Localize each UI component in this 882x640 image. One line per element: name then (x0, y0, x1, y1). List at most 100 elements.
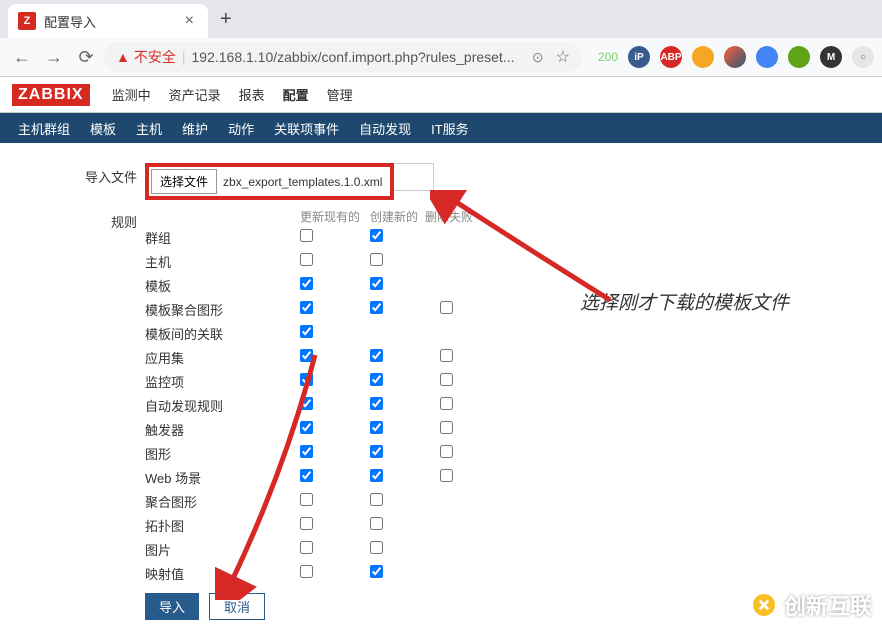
rule-name: 触发器 (145, 420, 300, 439)
sub-menu-item[interactable]: 自动发现 (349, 115, 421, 142)
ext-gradient-icon[interactable] (724, 46, 746, 68)
watermark: 创新互联 (750, 589, 872, 621)
sub-menu-item[interactable]: 主机群组 (8, 115, 80, 142)
rule-name: 模板聚合图形 (145, 300, 300, 319)
ext-green-icon[interactable] (788, 46, 810, 68)
rule-row: 应用集 (145, 345, 510, 369)
ext-blue-icon[interactable] (756, 46, 778, 68)
top-menu-item[interactable]: 报表 (231, 81, 273, 108)
rule-checkbox[interactable] (370, 277, 383, 290)
sub-menu-item[interactable]: IT服务 (421, 115, 479, 142)
zabbix-top-menu: 监测中资产记录报表配置管理 (104, 81, 361, 108)
rule-name: 模板间的关联 (145, 324, 300, 343)
rule-checkbox[interactable] (370, 517, 383, 530)
rule-checkbox[interactable] (440, 469, 453, 482)
top-menu-item[interactable]: 资产记录 (161, 81, 229, 108)
rule-checkbox[interactable] (370, 397, 383, 410)
rule-name: 主机 (145, 252, 300, 271)
import-file-label: 导入文件 (40, 163, 145, 186)
sub-menu-item[interactable]: 维护 (172, 115, 218, 142)
selected-file-name: zbx_export_templates.1.0.xml (217, 175, 388, 189)
close-icon[interactable]: × (181, 12, 198, 30)
rule-checkbox[interactable] (370, 445, 383, 458)
rule-name: Web 场景 (145, 468, 300, 487)
rule-checkbox[interactable] (300, 469, 313, 482)
rule-row: 模板 (145, 273, 510, 297)
zabbix-logo[interactable]: ZABBIX (12, 84, 90, 106)
url-text: 192.168.1.10/zabbix/conf.import.php?rule… (192, 49, 515, 65)
insecure-warning: ▲ 不安全 (116, 47, 176, 67)
rule-name: 拓扑图 (145, 516, 300, 535)
top-menu-item[interactable]: 管理 (319, 81, 361, 108)
back-button[interactable]: ← (8, 43, 36, 71)
new-tab-button[interactable]: + (208, 8, 244, 31)
rule-checkbox[interactable] (370, 229, 383, 242)
rule-checkbox[interactable] (300, 493, 313, 506)
rule-name: 模板 (145, 276, 300, 295)
rule-checkbox[interactable] (300, 301, 313, 314)
forward-button[interactable]: → (40, 43, 68, 71)
address-bar[interactable]: ▲ 不安全 | 192.168.1.10/zabbix/conf.import.… (104, 42, 582, 72)
rule-checkbox[interactable] (300, 253, 313, 266)
watermark-logo-icon (750, 591, 778, 619)
file-input-extra[interactable] (394, 163, 434, 191)
star-icon[interactable]: ☆ (556, 47, 570, 67)
rule-checkbox[interactable] (370, 541, 383, 554)
rules-label: 规则 (40, 208, 145, 620)
rule-checkbox[interactable] (300, 373, 313, 386)
reload-button[interactable]: ⟳ (72, 43, 100, 71)
ip-extension-icon[interactable]: iP (628, 46, 650, 68)
cancel-button[interactable]: 取消 (209, 593, 265, 620)
rule-checkbox[interactable] (440, 397, 453, 410)
rule-row: 模板聚合图形 (145, 297, 510, 321)
top-menu-item[interactable]: 监测中 (104, 81, 159, 108)
rule-checkbox[interactable] (440, 421, 453, 434)
file-input-highlight: 选择文件 zbx_export_templates.1.0.xml (145, 163, 394, 200)
rule-checkbox[interactable] (300, 565, 313, 578)
browser-tab[interactable]: Z 配置导入 × (8, 4, 208, 38)
rule-checkbox[interactable] (300, 277, 313, 290)
rule-checkbox[interactable] (370, 349, 383, 362)
rule-checkbox[interactable] (370, 565, 383, 578)
sub-menu-item[interactable]: 模板 (80, 115, 126, 142)
sub-menu-item[interactable]: 动作 (218, 115, 264, 142)
rule-checkbox[interactable] (300, 445, 313, 458)
rule-row: 图形 (145, 441, 510, 465)
rule-name: 映射值 (145, 564, 300, 583)
rule-row: 监控项 (145, 369, 510, 393)
rule-checkbox[interactable] (300, 397, 313, 410)
rule-checkbox[interactable] (370, 421, 383, 434)
rule-checkbox[interactable] (300, 229, 313, 242)
rule-checkbox[interactable] (300, 349, 313, 362)
rule-row: 群组 (145, 225, 510, 249)
abp-extension-icon[interactable]: ABP (660, 46, 682, 68)
rule-checkbox[interactable] (440, 349, 453, 362)
search-icon[interactable]: ⊙ (532, 49, 544, 66)
status-badge: 200 (598, 50, 618, 64)
ext-grey-icon[interactable]: ○ (852, 46, 874, 68)
col-delete: 删除失败 (425, 208, 480, 225)
rule-checkbox[interactable] (370, 373, 383, 386)
choose-file-button[interactable]: 选择文件 (151, 169, 217, 194)
rule-checkbox[interactable] (300, 541, 313, 554)
ext-orange-icon[interactable] (692, 46, 714, 68)
rule-checkbox[interactable] (440, 301, 453, 314)
rule-checkbox[interactable] (370, 493, 383, 506)
rule-checkbox[interactable] (300, 421, 313, 434)
rule-checkbox[interactable] (440, 445, 453, 458)
rule-checkbox[interactable] (370, 469, 383, 482)
import-button[interactable]: 导入 (145, 593, 199, 620)
tab-title: 配置导入 (44, 12, 96, 31)
tab-strip: Z 配置导入 × + (0, 0, 882, 38)
rule-checkbox[interactable] (300, 325, 313, 338)
rule-checkbox[interactable] (300, 517, 313, 530)
rule-row: 模板间的关联 (145, 321, 510, 345)
rule-checkbox[interactable] (440, 373, 453, 386)
sub-menu-item[interactable]: 关联项事件 (264, 115, 349, 142)
rule-checkbox[interactable] (370, 253, 383, 266)
sub-menu-item[interactable]: 主机 (126, 115, 172, 142)
rule-row: 图片 (145, 537, 510, 561)
rule-checkbox[interactable] (370, 301, 383, 314)
top-menu-item[interactable]: 配置 (275, 81, 317, 108)
ext-dark-icon[interactable]: M (820, 46, 842, 68)
